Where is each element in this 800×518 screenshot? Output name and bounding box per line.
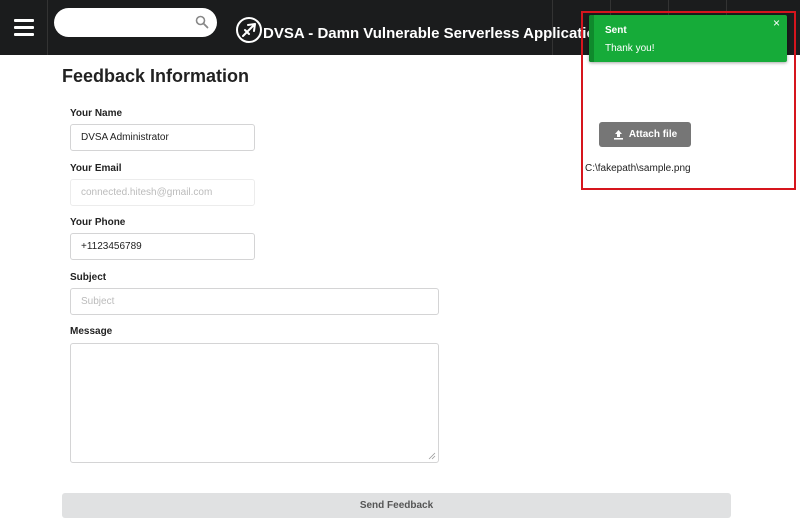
page-title: Feedback Information [62,66,250,86]
subject-input[interactable] [71,289,438,314]
menu-icon-bar [13,26,34,29]
phone-field[interactable] [70,233,255,260]
notification-message: Thank you! [605,43,655,54]
upload-icon [613,130,623,140]
selected-file-path: C:\fakepath\sample.png [585,163,691,174]
menu-icon [13,19,34,22]
name-label: Your Name [70,108,123,119]
notification-title: Sent [605,25,627,36]
brand[interactable]: DVSA - Damn Vulnerable Serverless Applic… [235,14,605,44]
plane-logo-icon [236,17,262,43]
message-label: Message [70,326,113,337]
search-input[interactable] [54,8,217,37]
email-label: Your Email [70,163,122,174]
attach-file-button[interactable]: Attach file [599,122,691,147]
email-input[interactable] [71,180,254,205]
phone-label: Your Phone [70,217,126,228]
message-field[interactable] [70,343,439,463]
message-textarea[interactable] [71,344,438,462]
menu-button[interactable] [0,0,48,55]
app-title: DVSA - Damn Vulnerable Serverless Applic… [263,25,605,42]
header-divider [552,0,553,55]
name-input[interactable] [71,125,254,150]
resize-grip-icon[interactable] [428,452,436,460]
notification-stripe [589,15,594,62]
menu-icon-bar [13,33,34,36]
close-icon[interactable]: × [773,17,780,29]
success-notification: Sent Thank you! × [589,15,787,62]
attach-file-label: Attach file [628,129,678,140]
subject-field[interactable] [70,288,439,315]
send-feedback-button[interactable]: Send Feedback [62,493,731,518]
search-icon[interactable] [195,15,209,29]
subject-label: Subject [70,272,107,283]
phone-input[interactable] [71,234,254,259]
email-field[interactable] [70,179,255,206]
search-field[interactable] [54,8,217,37]
name-field[interactable] [70,124,255,151]
